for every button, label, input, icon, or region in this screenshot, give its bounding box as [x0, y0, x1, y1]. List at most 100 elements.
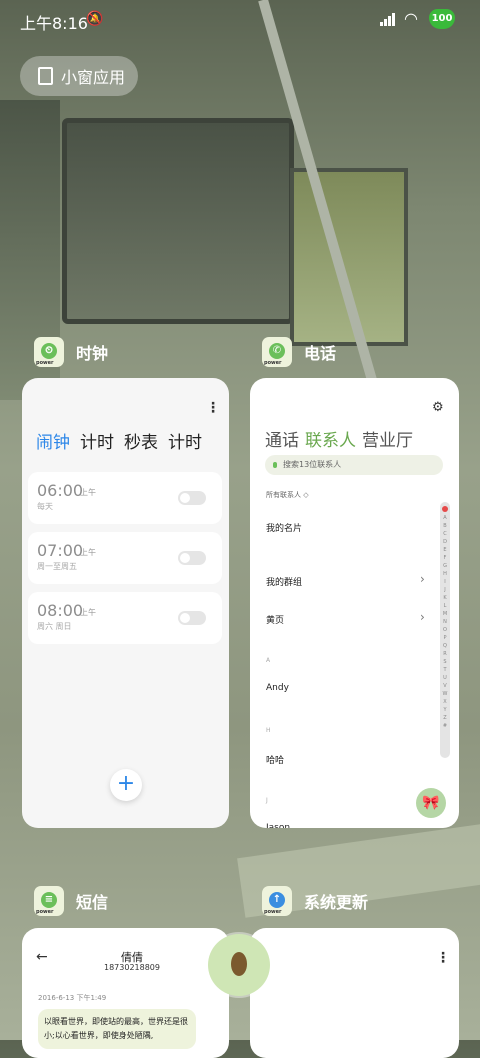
index-letter[interactable]: E [440, 546, 450, 554]
alarm-repeat: 周一至周五 [37, 562, 77, 571]
contacts-filter-label: 所有联系人 [266, 491, 301, 499]
alarm-time: 07:00 [37, 541, 84, 560]
avocado-floating-button[interactable] [208, 934, 270, 996]
index-letter[interactable]: P [440, 634, 450, 642]
index-letter[interactable]: O [440, 626, 450, 634]
clock-tabs: 闹钟 计时 秒表 计时 [36, 428, 202, 453]
contacts-filter[interactable]: 所有联系人 ◇ [266, 490, 309, 500]
wifi-icon: ◠ [404, 9, 418, 28]
add-contact-button[interactable]: 🎀 [416, 788, 446, 818]
favorites-heart-icon [442, 506, 448, 512]
phone-app-icon: ✆ power [262, 337, 292, 367]
search-icon [273, 461, 277, 468]
phone-app-header[interactable]: ✆ power 电话 [262, 337, 336, 367]
alarm-toggle[interactable] [178, 551, 206, 565]
sms-date: 2016-6-13 下午1:49 [38, 994, 107, 1002]
alphabet-index-scrollbar[interactable]: A B C D E F G H I J K L M N O P Q R S T U V W X Y Z # [440, 502, 450, 758]
tab-timer[interactable]: 计时 [168, 428, 202, 453]
alarm-toggle[interactable] [178, 611, 206, 625]
index-letter[interactable]: C [440, 530, 450, 538]
index-letter[interactable]: Q [440, 642, 450, 650]
update-app-icon: ↑ power [262, 886, 292, 916]
alarm-item[interactable]: 07:00 上午 周一至周五 [28, 532, 222, 584]
alarm-repeat: 周六 周日 [37, 622, 72, 631]
index-letter[interactable]: F [440, 554, 450, 562]
contacts-search-input[interactable]: 搜索13位联系人 [265, 455, 443, 475]
index-letter[interactable]: L [440, 602, 450, 610]
section-header: H [266, 727, 271, 734]
index-letter[interactable]: X [440, 698, 450, 706]
index-letter[interactable]: W [440, 690, 450, 698]
status-bar: 上午8:16 🔕 ◠ 100 [0, 0, 480, 40]
system-update-card[interactable] [250, 928, 459, 1058]
clock-app-icon: ⏲ power [34, 337, 64, 367]
window-icon [38, 67, 53, 85]
index-letter[interactable]: G [440, 562, 450, 570]
alarm-item[interactable]: 08:00 上午 周六 周日 [28, 592, 222, 644]
phone-app-title: 电话 [304, 344, 337, 363]
search-placeholder: 搜索13位联系人 [283, 460, 342, 469]
section-header: J [266, 797, 268, 804]
index-letter[interactable]: A [440, 514, 450, 522]
contact-row[interactable]: 哈哈 [266, 753, 284, 766]
status-time: 上午8:16 [20, 14, 88, 33]
update-app-header[interactable]: ↑ power 系统更新 [262, 886, 368, 916]
sms-contact-number: 18730218809 [104, 963, 160, 972]
update-app-title: 系统更新 [304, 893, 369, 912]
alarm-ampm: 上午 [80, 548, 96, 557]
small-window-apps-button[interactable]: 小窗应用 [20, 56, 138, 96]
chevron-right-icon: › [420, 610, 425, 624]
index-letter[interactable]: Y [440, 706, 450, 714]
contact-row[interactable]: Andy [266, 683, 289, 693]
section-header: A [266, 657, 271, 664]
index-letter[interactable]: M [440, 610, 450, 618]
settings-gear-icon[interactable]: ⚙ [432, 400, 446, 415]
tab-calls[interactable]: 通话 [265, 426, 299, 451]
my-card-row[interactable]: 我的名片 [266, 521, 302, 534]
phone-tabs: 通话 联系人 营业厅 [265, 426, 413, 451]
tab-alarm[interactable]: 闹钟 [36, 428, 70, 453]
index-letter[interactable]: B [440, 522, 450, 530]
sms-app-icon: ≡ power [34, 886, 64, 916]
back-arrow-icon[interactable]: ← [36, 949, 48, 965]
alarm-time: 08:00 [37, 601, 84, 620]
index-letter[interactable]: # [440, 722, 450, 730]
yellow-pages-row[interactable]: 黄页 [266, 613, 284, 626]
tab-contacts[interactable]: 联系人 [305, 426, 356, 451]
alarm-toggle[interactable] [178, 491, 206, 505]
my-groups-row[interactable]: 我的群组 [266, 575, 302, 588]
wallpaper-window [62, 118, 294, 324]
update-more-icon[interactable]: ⋮ [436, 950, 450, 966]
signal-icon [380, 12, 398, 26]
small-window-apps-label: 小窗应用 [61, 68, 126, 87]
index-letter[interactable]: R [440, 650, 450, 658]
sms-message-bubble[interactable]: 以眼看世界，即使站的最高，世界还是很小;以心看世界，即使身处陋隅, [38, 1009, 196, 1049]
tab-world-clock[interactable]: 计时 [80, 428, 114, 453]
index-letter[interactable]: J [440, 586, 450, 594]
index-letter[interactable]: T [440, 666, 450, 674]
index-letter[interactable]: K [440, 594, 450, 602]
add-alarm-button[interactable]: + [110, 769, 142, 801]
tab-service-hall[interactable]: 营业厅 [362, 426, 413, 451]
alarm-ampm: 上午 [80, 488, 96, 497]
battery-icon: 100 [429, 9, 455, 29]
index-letter[interactable]: V [440, 682, 450, 690]
clock-more-icon[interactable]: ⋮ [206, 400, 220, 416]
index-letter[interactable]: N [440, 618, 450, 626]
alarm-ampm: 上午 [80, 608, 96, 617]
clock-app-title: 时钟 [76, 344, 109, 363]
index-letter[interactable]: I [440, 578, 450, 586]
sms-app-header[interactable]: ≡ power 短信 [34, 886, 108, 916]
clock-app-header[interactable]: ⏲ power 时钟 [34, 337, 108, 367]
alarm-repeat: 每天 [37, 502, 53, 511]
alarm-time: 06:00 [37, 481, 84, 500]
index-letter[interactable]: S [440, 658, 450, 666]
index-letter[interactable]: H [440, 570, 450, 578]
alarm-item[interactable]: 06:00 上午 每天 [28, 472, 222, 524]
contact-row[interactable]: Jason [266, 823, 290, 828]
index-letter[interactable]: U [440, 674, 450, 682]
sms-app-title: 短信 [76, 893, 109, 912]
tab-stopwatch[interactable]: 秒表 [124, 428, 158, 453]
index-letter[interactable]: D [440, 538, 450, 546]
index-letter[interactable]: Z [440, 714, 450, 722]
